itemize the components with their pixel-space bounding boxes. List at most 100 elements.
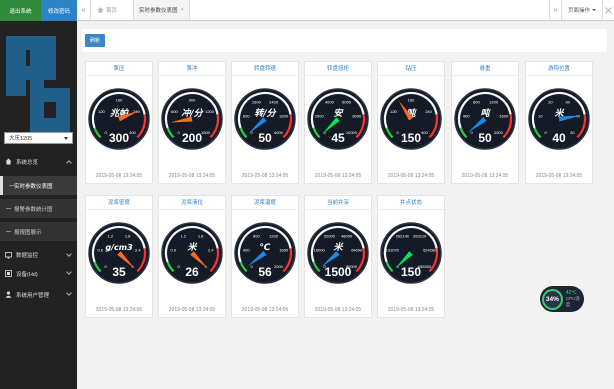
home-icon <box>97 7 104 13</box>
gauge-value: 200 <box>182 131 202 145</box>
fullscreen-button[interactable] <box>602 0 614 20</box>
nav-alarm-stats[interactable]: 报警参数统计图 <box>0 199 77 218</box>
gauge-panel: 游钩位置 0 10 20 30 40 50 米 40 2019-05-08 13:24:05 <box>525 61 593 184</box>
nav-system-overview-label: 系统总览 <box>16 159 39 166</box>
gauge-dial: 020004000 6000800010000安45 <box>307 88 369 150</box>
cpu-temperature-label: CPU温度 <box>565 296 580 307</box>
gauge-panel: 转盘扭矩 0 2000 4000 6000 8000 10000 安 45 2019-05-08 … <box>304 61 372 184</box>
toolbar <box>82 29 607 52</box>
gauge-title: 泥浆密度 <box>86 196 152 210</box>
gauge-tick-label: 160 <box>408 98 415 103</box>
gauge-tick-label: 800 <box>243 114 250 119</box>
gauge-tick-label: 400 <box>243 248 250 253</box>
main-content: 刷新 泵压0120160240400兆帕3002019-05-08 13:24:… <box>77 21 614 389</box>
gauge-unit: 转/分 <box>254 108 276 119</box>
gauge-tick-label: 400 <box>463 114 470 119</box>
nav-system-overview[interactable]: 系统总览 <box>0 152 77 171</box>
gauge-tick-label: 10 <box>538 114 543 119</box>
monitor-icon <box>5 251 12 259</box>
tab-scroll-right-button[interactable]: » <box>549 0 561 20</box>
gauge-tick-label: 50 <box>570 130 575 135</box>
change-password-button[interactable]: 修改密码 <box>41 0 77 21</box>
gauge-tick-label: 2400 <box>269 100 279 105</box>
chevron-down-icon <box>66 290 72 296</box>
gauge-title: 游钩位置 <box>526 62 592 76</box>
page-operations-dropdown[interactable]: 页面操作 <box>561 0 602 20</box>
nav-user-management[interactable]: 系统用户管理 <box>0 285 77 304</box>
gauge-dial: 00.61.21.82.43g/cm335 <box>88 222 150 284</box>
gauge-tick-label: 2.4 <box>208 248 214 253</box>
chevron-up-icon <box>66 160 72 166</box>
gauge-timestamp: 2019-05-08 13:24:05 <box>168 173 216 179</box>
gauge-tick-label: 10000 <box>346 130 358 135</box>
gauge-tick-label: 48000 <box>341 234 353 239</box>
gauge-tick-label: 1200 <box>489 100 499 105</box>
gauge-timestamp: 2019-05-08 13:24:05 <box>95 173 143 179</box>
close-icon[interactable]: × <box>181 7 184 13</box>
gauge-tick-label: 2000 <box>494 130 504 135</box>
tab-realtime-gauges-label: 实时参数仪表图 <box>139 8 178 14</box>
sidebar-top-buttons: 退出系统 修改密码 <box>0 0 77 21</box>
gauge-panel: 钻压 0 120 160 240 400 吨 150 2019-05-08 13:24:05 <box>377 61 445 184</box>
gauge-title: 泵冲 <box>159 62 225 76</box>
nav-user-management-label: 系统用户管理 <box>16 292 50 299</box>
nav-device[interactable]: 设备(Hd) <box>0 264 77 283</box>
gauge-title: 泵压 <box>86 62 152 76</box>
dash-icon <box>9 185 14 186</box>
gauge-value: 35 <box>112 265 126 279</box>
gauge-title: 泥浆液位 <box>159 196 225 210</box>
nav-data-monitor[interactable]: 数据监控 <box>0 246 77 264</box>
gauge-panel: 悬重 0 400 800 1200 1600 2000 吨 50 2019-05-08 13:24… <box>451 61 519 184</box>
gauge-title: 当前井深 <box>305 196 371 210</box>
gauge-tick-label: 1500 <box>201 130 211 135</box>
gauge-tick-label: 400 <box>129 130 136 135</box>
cpu-usage: 34% <box>542 288 563 310</box>
gauge-tick-label: 6000 <box>342 100 352 105</box>
gauge-tick-label: 32000 <box>324 234 336 239</box>
gauge-panel: 泥浆密度00.61.21.82.43g/cm3352019-05-08 13:2… <box>85 195 153 318</box>
tab-realtime-gauges[interactable]: 实时参数仪表图 × <box>133 0 190 20</box>
gauge-timestamp: 2019-05-08 13:24:05 <box>387 173 435 179</box>
nav-alarm-stats-label: 报警参数统计图 <box>14 206 53 213</box>
gauge-tick-label: 64000 <box>351 248 363 253</box>
gauge-tick-label: 262140 <box>396 234 410 239</box>
gauge-dial: 01020 304050米40 <box>528 88 590 150</box>
gauge-title: 泥浆温度 <box>232 196 298 210</box>
gauge-tick-label: 393210 <box>413 234 427 239</box>
gauge-title: 转盘扭矩 <box>305 62 371 76</box>
gauge-tick-label: 4000 <box>274 130 284 135</box>
station-select-value: 大庆1205 <box>9 136 33 142</box>
gauge-dial: 060090012001500冲/分200 <box>161 88 223 150</box>
expand-icon <box>605 6 612 14</box>
gauge-unit: ℃ <box>260 243 272 253</box>
gauge-tick-label: 1.2 <box>181 234 187 239</box>
refresh-button[interactable]: 刷新 <box>85 34 105 47</box>
gauge-tick-label: 30 <box>565 100 570 105</box>
station-select[interactable]: 大庆1205 <box>4 132 73 144</box>
gauge-tick-label: 4000 <box>325 100 335 105</box>
gauge-value: 26 <box>185 265 199 279</box>
gauge-timestamp: 2019-05-08 13:24:05 <box>314 173 362 179</box>
gauge-tick-label: 1.2 <box>108 234 114 239</box>
gauge-dial: 00.61.21.82.43米26 <box>161 222 223 284</box>
gauge-value: 150 <box>401 265 421 279</box>
gauge-tick-label: 240 <box>425 109 432 114</box>
gauge-timestamp: 2019-05-08 13:24:05 <box>461 173 509 179</box>
gauge-title: 悬重 <box>452 62 518 76</box>
exit-system-button[interactable]: 退出系统 <box>0 0 41 21</box>
dash-icon <box>6 208 11 209</box>
tab-home[interactable]: 首页 <box>93 0 133 20</box>
device-icon <box>5 270 12 277</box>
nav-realtime-gauges[interactable]: 实时参数仪表图 <box>0 176 77 195</box>
gauge-tick-label: 3200 <box>279 114 289 119</box>
gauge-panel: 当前井深 0 16000 32000 48000 64000 80000 米 1500 2019-… <box>304 195 372 318</box>
gauge-tick-label: 1.8 <box>125 234 131 239</box>
gauge-tick-label: 1200 <box>269 234 279 239</box>
company-logo <box>6 36 70 132</box>
nav-report-view[interactable]: 报报图展示 <box>0 222 77 241</box>
gauge-value: 300 <box>109 131 129 145</box>
gauge-value: 50 <box>478 131 492 145</box>
tab-scroll-left-button[interactable]: « <box>77 0 91 20</box>
gauge-tick-label: 0.6 <box>170 248 176 253</box>
gauge-tick-label: 2.4 <box>135 248 141 253</box>
